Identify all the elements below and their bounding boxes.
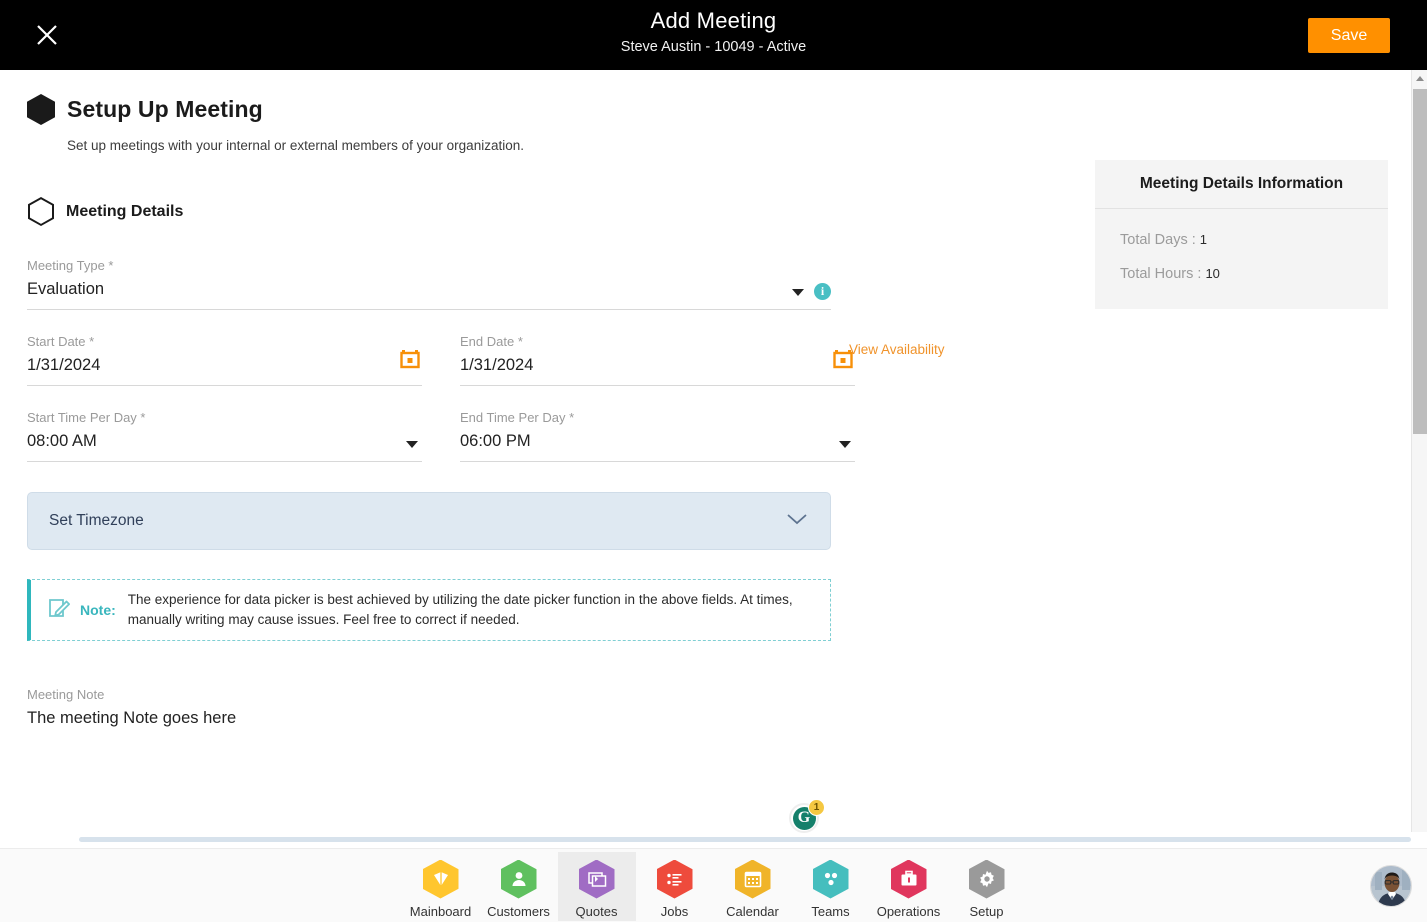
chevron-down-icon[interactable] xyxy=(839,441,851,448)
info-panel-body: Total Days : 1 Total Hours : 10 xyxy=(1095,209,1388,309)
mainboard-icon xyxy=(423,860,459,899)
nav-label: Setup xyxy=(970,904,1004,919)
set-timezone-label: Set Timezone xyxy=(49,512,786,530)
form-content: Setup Up Meeting Set up meetings with yo… xyxy=(0,70,1080,832)
nav-items: Mainboard Customers Quotes xyxy=(0,849,1427,923)
bottom-navigation-bar: Mainboard Customers Quotes xyxy=(0,848,1427,922)
nav-item-setup[interactable]: Setup xyxy=(948,852,1026,921)
end-time-field[interactable]: End Time Per Day * 06:00 PM xyxy=(460,409,855,462)
page-body: Setup Up Meeting Set up meetings with yo… xyxy=(0,70,1411,832)
meeting-form: Meeting Type * Evaluation i Start Date *… xyxy=(27,257,1080,731)
meeting-details-info-panel: Meeting Details Information Total Days :… xyxy=(1095,160,1388,309)
scroll-up-arrow-icon[interactable] xyxy=(1412,70,1427,87)
nav-item-quotes[interactable]: Quotes xyxy=(558,852,636,921)
save-button[interactable]: Save xyxy=(1308,18,1390,53)
calendar-icon[interactable] xyxy=(400,349,420,374)
total-days-value: 1 xyxy=(1200,232,1207,247)
nav-label: Mainboard xyxy=(410,904,471,919)
chevron-down-icon[interactable] xyxy=(792,289,804,296)
note-label: Note: xyxy=(80,602,116,618)
jobs-icon xyxy=(657,860,693,899)
start-time-field[interactable]: Start Time Per Day * 08:00 AM xyxy=(27,409,422,462)
total-hours-row: Total Hours : 10 xyxy=(1120,257,1388,291)
nav-label: Quotes xyxy=(576,904,618,919)
horizontal-scrollbar[interactable] xyxy=(79,837,1411,842)
grammarly-badge: 1 xyxy=(808,799,825,816)
vertical-scrollbar[interactable] xyxy=(1411,70,1427,832)
chevron-down-icon[interactable] xyxy=(786,512,808,531)
nav-item-customers[interactable]: Customers xyxy=(480,852,558,921)
start-date-label: Start Date * xyxy=(27,333,422,351)
note-edit-icon xyxy=(47,595,73,626)
note-callout: Note: The experience for data picker is … xyxy=(27,579,831,641)
nav-label: Customers xyxy=(487,904,550,919)
section-title: Setup Up Meeting xyxy=(67,96,263,123)
end-date-field[interactable]: End Date * 1/31/2024 xyxy=(460,333,855,386)
start-time-label: Start Time Per Day * xyxy=(27,409,422,427)
meeting-note-field[interactable]: Meeting Note The meeting Note goes here xyxy=(27,686,831,731)
teams-icon xyxy=(813,860,849,899)
setup-gear-icon xyxy=(969,860,1005,899)
hexagon-filled-icon xyxy=(27,94,55,125)
customers-icon xyxy=(501,860,537,899)
section-header: Setup Up Meeting xyxy=(27,94,1080,125)
total-hours-label: Total Hours : xyxy=(1120,266,1201,282)
top-bar: Add Meeting Steve Austin - 10049 - Activ… xyxy=(0,0,1427,70)
hexagon-outline-icon xyxy=(28,197,54,226)
info-icon[interactable]: i xyxy=(814,283,831,300)
info-panel-title: Meeting Details Information xyxy=(1095,160,1388,209)
nav-label: Teams xyxy=(811,904,849,919)
end-time-label: End Time Per Day * xyxy=(460,409,855,427)
nav-label: Jobs xyxy=(661,904,688,919)
meeting-type-field[interactable]: Meeting Type * Evaluation i xyxy=(27,257,831,310)
end-date-value: 1/31/2024 xyxy=(460,352,855,378)
nav-item-teams[interactable]: Teams xyxy=(792,852,870,921)
user-avatar[interactable] xyxy=(1370,865,1412,907)
start-time-value: 08:00 AM xyxy=(27,428,422,454)
view-availability-link[interactable]: View Availability xyxy=(849,342,945,357)
set-timezone-accordion[interactable]: Set Timezone xyxy=(27,492,831,550)
chevron-down-icon[interactable] xyxy=(406,441,418,448)
end-date-label: End Date * xyxy=(460,333,855,351)
subsection-title: Meeting Details xyxy=(66,203,183,221)
end-time-value: 06:00 PM xyxy=(460,428,855,454)
nav-label: Calendar xyxy=(726,904,779,919)
meeting-note-label: Meeting Note xyxy=(27,686,831,704)
vertical-scrollbar-thumb[interactable] xyxy=(1413,89,1427,434)
page-title: Add Meeting xyxy=(0,7,1427,35)
nav-item-operations[interactable]: Operations xyxy=(870,852,948,921)
subsection-header: Meeting Details xyxy=(28,197,1080,226)
section-description: Set up meetings with your internal or ex… xyxy=(67,138,1080,153)
title-block: Add Meeting Steve Austin - 10049 - Activ… xyxy=(0,7,1427,58)
time-row: Start Time Per Day * 08:00 AM End Time P… xyxy=(27,409,1080,462)
nav-item-jobs[interactable]: Jobs xyxy=(636,852,714,921)
total-hours-value: 10 xyxy=(1205,266,1219,281)
meeting-type-value: Evaluation xyxy=(27,276,831,302)
note-text: The experience for data picker is best a… xyxy=(128,590,816,630)
quotes-icon xyxy=(579,860,615,899)
calendar-icon xyxy=(735,860,771,899)
start-date-field[interactable]: Start Date * 1/31/2024 xyxy=(27,333,422,386)
nav-item-calendar[interactable]: Calendar xyxy=(714,852,792,921)
page-subtitle: Steve Austin - 10049 - Active xyxy=(0,36,1427,58)
operations-icon xyxy=(891,860,927,899)
total-days-label: Total Days : xyxy=(1120,232,1196,248)
date-row: Start Date * 1/31/2024 End Date * 1/31/2… xyxy=(27,333,1080,386)
grammarly-widget[interactable]: G 1 xyxy=(789,799,823,833)
nav-item-mainboard[interactable]: Mainboard xyxy=(402,852,480,921)
meeting-note-value: The meeting Note goes here xyxy=(27,705,831,731)
meeting-type-label: Meeting Type * xyxy=(27,257,831,275)
start-date-value: 1/31/2024 xyxy=(27,352,422,378)
total-days-row: Total Days : 1 xyxy=(1120,223,1388,257)
nav-label: Operations xyxy=(877,904,941,919)
